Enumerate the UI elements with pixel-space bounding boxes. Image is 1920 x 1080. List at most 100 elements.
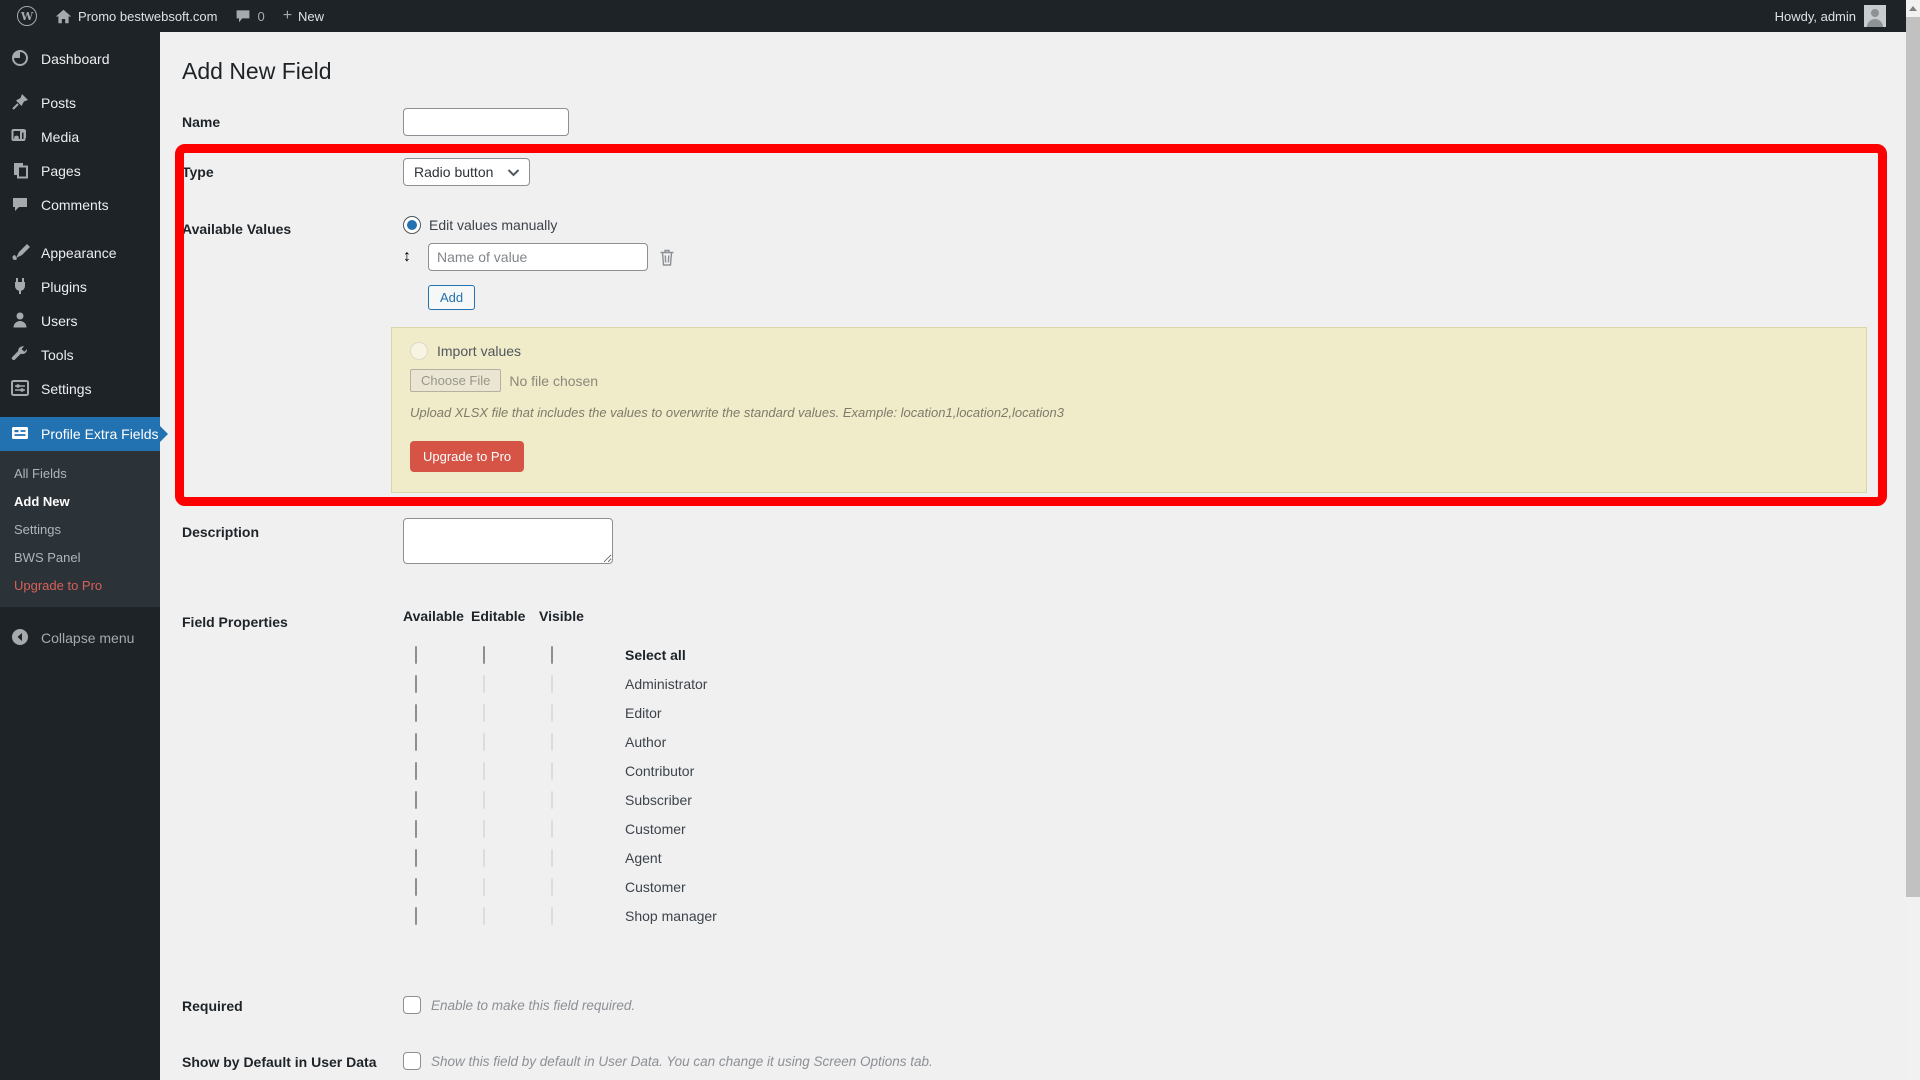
show-default-checkbox[interactable] — [403, 1052, 421, 1070]
trash-icon[interactable] — [658, 248, 676, 267]
collapse-menu-button[interactable]: Collapse menu — [0, 621, 160, 655]
sidebar-item-label: Profile Extra Fields — [41, 426, 159, 442]
role-label: Administrator — [625, 676, 708, 692]
import-values-label: Import values — [437, 343, 522, 359]
submenu-bws-panel[interactable]: BWS Panel — [0, 543, 160, 571]
value-name-input[interactable] — [428, 243, 648, 271]
show-default-label: Show by Default in User Data — [182, 1054, 377, 1070]
available-checkbox[interactable] — [415, 878, 417, 896]
brush-icon — [10, 242, 30, 265]
sidebar-item-profile-extra-fields[interactable]: Profile Extra Fields — [0, 417, 168, 451]
editable-checkbox — [483, 704, 485, 722]
editable-checkbox — [483, 791, 485, 809]
sidebar-item-label: Dashboard — [41, 51, 110, 67]
column-header-editable: Editable — [471, 608, 526, 624]
avatar[interactable] — [1864, 5, 1886, 27]
pushpin-icon — [10, 92, 30, 115]
new-label: New — [298, 8, 325, 24]
available-checkbox[interactable] — [415, 733, 417, 751]
id-card-icon — [10, 423, 30, 446]
drag-handle[interactable]: ↕ — [403, 248, 428, 266]
column-header-visible: Visible — [539, 608, 584, 624]
editable-checkbox — [483, 907, 485, 925]
admin-bar: W Promo bestwebsoft.com 0 + New Howdy, a… — [0, 0, 1920, 32]
role-row-customer: Customer — [403, 820, 1906, 838]
collapse-arrow-icon — [10, 627, 30, 650]
chevron-down-icon — [507, 164, 520, 180]
sidebar-item-comments[interactable]: Comments — [0, 188, 160, 222]
sidebar-item-label: Appearance — [41, 245, 117, 261]
available-checkbox[interactable] — [415, 849, 417, 867]
sidebar-item-media[interactable]: Media — [0, 120, 160, 154]
available-checkbox[interactable] — [415, 762, 417, 780]
media-icon — [10, 126, 30, 149]
editable-checkbox[interactable] — [483, 646, 485, 664]
role-label: Customer — [625, 821, 686, 837]
sidebar-item-settings[interactable]: Settings — [0, 372, 160, 406]
type-select-value: Radio button — [414, 164, 494, 180]
sidebar-item-label: Pages — [41, 163, 81, 179]
visible-checkbox[interactable] — [551, 646, 553, 664]
sidebar-item-label: Settings — [41, 381, 92, 397]
wp-logo-menu[interactable]: W — [8, 0, 46, 32]
wrench-icon — [10, 344, 30, 367]
add-value-button[interactable]: Add — [428, 285, 476, 310]
dashboard-icon — [10, 48, 30, 71]
role-row-administrator: Administrator — [403, 675, 1906, 693]
available-checkbox[interactable] — [415, 704, 417, 722]
import-values-radio[interactable] — [410, 342, 428, 360]
scrollbar-up-arrow[interactable] — [1906, 0, 1920, 17]
howdy-admin[interactable]: Howdy, admin — [1775, 9, 1856, 24]
editable-checkbox — [483, 849, 485, 867]
submenu-add-new[interactable]: Add New — [0, 487, 160, 515]
available-checkbox[interactable] — [415, 791, 417, 809]
upload-hint-text: Upload XLSX file that includes the value… — [410, 405, 1064, 420]
required-hint: Enable to make this field required. — [431, 997, 636, 1013]
description-textarea[interactable] — [403, 518, 613, 564]
role-label: Agent — [625, 850, 662, 866]
sidebar-item-pages[interactable]: Pages — [0, 154, 160, 188]
name-label: Name — [182, 114, 221, 130]
sidebar-item-tools[interactable]: Tools — [0, 338, 160, 372]
visible-checkbox — [551, 878, 553, 896]
user-icon — [10, 310, 30, 333]
pages-icon — [10, 160, 30, 183]
site-link[interactable]: Promo bestwebsoft.com — [46, 0, 226, 32]
comments-menu[interactable]: 0 — [226, 0, 273, 32]
type-select[interactable]: Radio button — [403, 158, 530, 186]
plugin-icon — [10, 276, 30, 299]
scrollbar-thumb[interactable] — [1906, 17, 1920, 897]
page-title: Add New Field — [182, 58, 332, 84]
choose-file-button[interactable]: Choose File — [410, 369, 502, 392]
vertical-scrollbar[interactable] — [1906, 0, 1920, 1080]
role-label: Customer — [625, 879, 686, 895]
new-content-menu[interactable]: + New — [274, 0, 333, 32]
role-label: Editor — [625, 705, 662, 721]
submenu-settings[interactable]: Settings — [0, 515, 160, 543]
collapse-menu-label: Collapse menu — [41, 630, 135, 646]
submenu-all-fields[interactable]: All Fields — [0, 459, 160, 487]
available-checkbox[interactable] — [415, 675, 417, 693]
sidebar-item-label: Plugins — [41, 279, 87, 295]
sidebar-item-users[interactable]: Users — [0, 304, 160, 338]
profile-extra-fields-submenu: All Fields Add New Settings BWS Panel Up… — [0, 451, 160, 607]
role-row-select-all: Select all — [403, 646, 1906, 664]
role-row-editor: Editor — [403, 704, 1906, 722]
edit-values-manually-radio[interactable] — [403, 216, 421, 234]
sidebar-item-plugins[interactable]: Plugins — [0, 270, 160, 304]
required-checkbox[interactable] — [403, 996, 421, 1014]
sidebar-item-posts[interactable]: Posts — [0, 86, 160, 120]
sidebar-item-appearance[interactable]: Appearance — [0, 236, 160, 270]
available-checkbox[interactable] — [415, 646, 417, 664]
upgrade-to-pro-button[interactable]: Upgrade to Pro — [410, 441, 525, 472]
visible-checkbox — [551, 733, 553, 751]
available-checkbox[interactable] — [415, 907, 417, 925]
name-input[interactable] — [403, 108, 569, 136]
available-checkbox[interactable] — [415, 820, 417, 838]
wordpress-logo-icon: W — [17, 6, 37, 26]
visible-checkbox — [551, 675, 553, 693]
sidebar-item-dashboard[interactable]: Dashboard — [0, 42, 160, 76]
sidebar-item-label: Comments — [41, 197, 109, 213]
visible-checkbox — [551, 704, 553, 722]
submenu-upgrade-to-pro[interactable]: Upgrade to Pro — [0, 571, 160, 599]
